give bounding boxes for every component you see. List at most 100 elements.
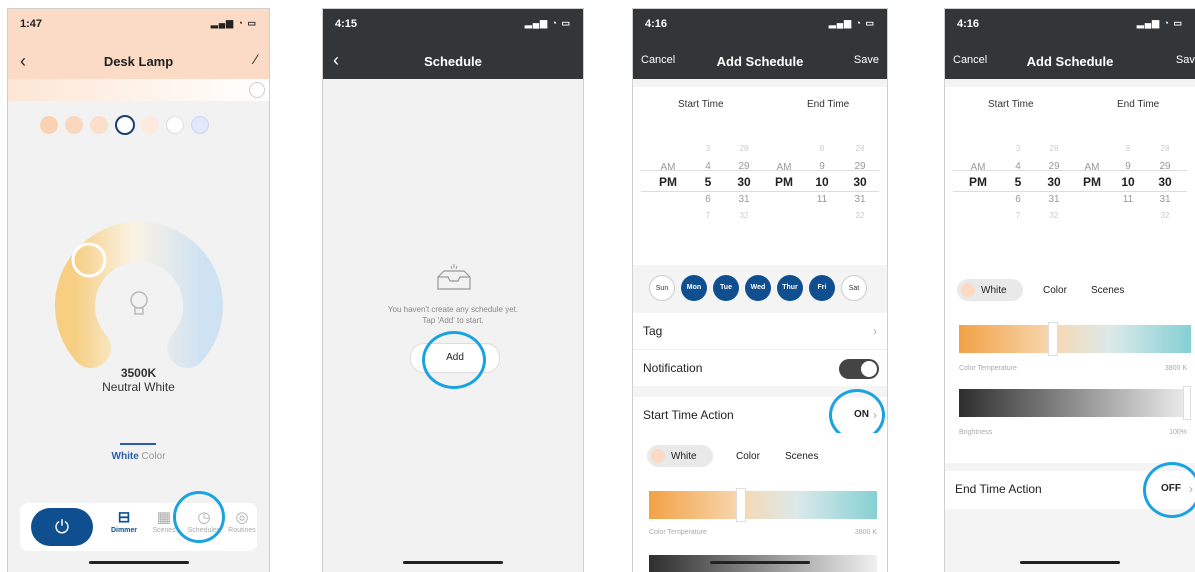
color-preset-1[interactable] [40, 116, 58, 134]
brightness-label: Brightness [959, 429, 993, 436]
brightness-strip-knob[interactable] [249, 82, 265, 98]
day-sun[interactable]: Sun [649, 275, 675, 301]
weekday-selector: Sun Mon Tue Wed Thur Fri Sat [633, 265, 887, 313]
picker-end-hour[interactable]: 9 [807, 161, 837, 172]
day-thur[interactable]: Thur [777, 275, 803, 301]
picker-start-minute[interactable]: 28 [1039, 144, 1069, 153]
picker-start-hour[interactable]: 6 [693, 194, 723, 205]
scenes-mode-option[interactable]: Scenes [1091, 285, 1124, 296]
picker-start-minute[interactable]: 31 [1039, 194, 1069, 205]
status-bar: 4:15 ▂▄▆ ◔ ▭ [323, 9, 583, 43]
picker-end-hour[interactable]: 11 [1113, 194, 1143, 205]
end-time-header: End Time [807, 99, 850, 110]
tab-dimmer[interactable]: ⊟ Dimmer [102, 509, 146, 534]
picker-end-minute[interactable]: 28 [845, 144, 875, 153]
picker-end-minute-selected[interactable]: 30 [1150, 175, 1180, 189]
color-mode-option[interactable]: Color [1043, 285, 1067, 296]
picker-start-hour-selected[interactable]: 5 [1003, 175, 1033, 189]
picker-start-hour[interactable]: 3 [693, 144, 723, 153]
mode-white[interactable]: White [112, 451, 139, 462]
picker-start-hour[interactable]: 7 [1003, 211, 1033, 220]
picker-start-hour[interactable]: 4 [693, 161, 723, 172]
color-preset-4-selected[interactable] [115, 115, 135, 135]
color-temperature-dial[interactable] [51, 214, 227, 390]
color-preset-2[interactable] [65, 116, 83, 134]
color-temperature-knob[interactable] [1048, 322, 1058, 356]
picker-start-minute[interactable]: 29 [729, 161, 759, 172]
color-preset-3[interactable] [90, 116, 108, 134]
picker-start-hour[interactable]: 3 [1003, 144, 1033, 153]
status-icons: ▂▄▆ ◔ ▭ [1136, 18, 1183, 28]
picker-start-minute[interactable]: 32 [729, 211, 759, 220]
brightness-knob[interactable] [1183, 386, 1191, 420]
tag-row[interactable]: Tag › [633, 313, 887, 349]
add-schedule-button[interactable]: Add [410, 343, 500, 373]
picker-am[interactable]: AM [963, 162, 993, 173]
picker-end-hour-selected[interactable]: 10 [807, 175, 837, 189]
picker-am[interactable]: AM [653, 162, 683, 173]
picker-end-hour[interactable]: 9 [1113, 161, 1143, 172]
tab-schedules-label: Schedules [187, 527, 221, 534]
white-mode-pill[interactable]: White [957, 279, 1023, 301]
day-sat[interactable]: Sat [841, 275, 867, 301]
start-action-row[interactable]: Start Time Action ON › [633, 397, 887, 433]
save-button[interactable]: Save [1176, 54, 1195, 66]
save-button[interactable]: Save [854, 54, 879, 66]
color-preset-7[interactable] [191, 116, 209, 134]
end-action-row[interactable]: End Time Action OFF › [945, 471, 1195, 509]
tab-scenes[interactable]: ▦ Scenes [142, 509, 186, 534]
notification-toggle[interactable] [839, 359, 879, 379]
day-mon[interactable]: Mon [681, 275, 707, 301]
white-mode-pill[interactable]: White [647, 445, 713, 467]
picker-end-hour[interactable]: 8 [807, 144, 837, 153]
picker-end-minute[interactable]: 29 [1150, 161, 1180, 172]
picker-start-hour-selected[interactable]: 5 [693, 175, 723, 189]
picker-start-minute[interactable]: 32 [1039, 211, 1069, 220]
picker-end-am[interactable]: AM [1077, 162, 1107, 173]
picker-start-hour[interactable]: 6 [1003, 194, 1033, 205]
start-time-header: Start Time [678, 99, 724, 110]
picker-end-hour[interactable]: 8 [1113, 144, 1143, 153]
brightness-slider[interactable] [959, 386, 1191, 420]
picker-start-hour[interactable]: 4 [1003, 161, 1033, 172]
picker-end-minute[interactable]: 31 [1150, 194, 1180, 205]
color-temperature-knob[interactable] [736, 488, 746, 522]
picker-end-pm[interactable]: PM [769, 175, 799, 189]
day-fri[interactable]: Fri [809, 275, 835, 301]
picker-end-hour[interactable]: 11 [807, 194, 837, 205]
picker-end-minute-selected[interactable]: 30 [845, 175, 875, 189]
picker-end-minute[interactable]: 29 [845, 161, 875, 172]
color-temperature-slider[interactable] [649, 488, 877, 522]
picker-pm[interactable]: PM [653, 175, 683, 189]
picker-start-minute[interactable]: 31 [729, 194, 759, 205]
end-action-label: End Time Action [955, 482, 1042, 496]
edit-icon[interactable]: ⁄ [255, 51, 257, 67]
picker-start-minute[interactable]: 28 [729, 144, 759, 153]
color-preset-5[interactable] [141, 116, 159, 134]
color-temperature-slider[interactable] [959, 322, 1191, 356]
day-tue[interactable]: Tue [713, 275, 739, 301]
day-wed[interactable]: Wed [745, 275, 771, 301]
picker-start-minute-selected[interactable]: 30 [1039, 175, 1069, 189]
power-button[interactable]: ⏻ [31, 508, 93, 546]
scenes-mode-option[interactable]: Scenes [785, 451, 818, 462]
mode-color[interactable]: Color [142, 451, 166, 462]
picker-end-pm[interactable]: PM [1077, 175, 1107, 189]
color-mode-option[interactable]: Color [736, 451, 760, 462]
picker-end-am[interactable]: AM [769, 162, 799, 173]
home-indicator [1020, 561, 1120, 564]
picker-start-hour[interactable]: 7 [693, 211, 723, 220]
picker-end-minute[interactable]: 32 [1150, 211, 1180, 220]
tab-routines[interactable]: ◎ Routines [220, 509, 264, 534]
brightness-strip[interactable] [8, 79, 269, 101]
picker-pm[interactable]: PM [963, 175, 993, 189]
time-picker[interactable]: Start Time End Time AM PM 3 4 5 6 7 28 2… [633, 87, 887, 265]
picker-start-minute[interactable]: 29 [1039, 161, 1069, 172]
color-preset-6[interactable] [166, 116, 184, 134]
time-picker[interactable]: Start Time End Time AM PM 3 4 5 6 7 28 2… [945, 87, 1195, 265]
picker-end-minute[interactable]: 32 [845, 211, 875, 220]
picker-end-hour-selected[interactable]: 10 [1113, 175, 1143, 189]
picker-start-minute-selected[interactable]: 30 [729, 175, 759, 189]
picker-end-minute[interactable]: 31 [845, 194, 875, 205]
picker-end-minute[interactable]: 28 [1150, 144, 1180, 153]
